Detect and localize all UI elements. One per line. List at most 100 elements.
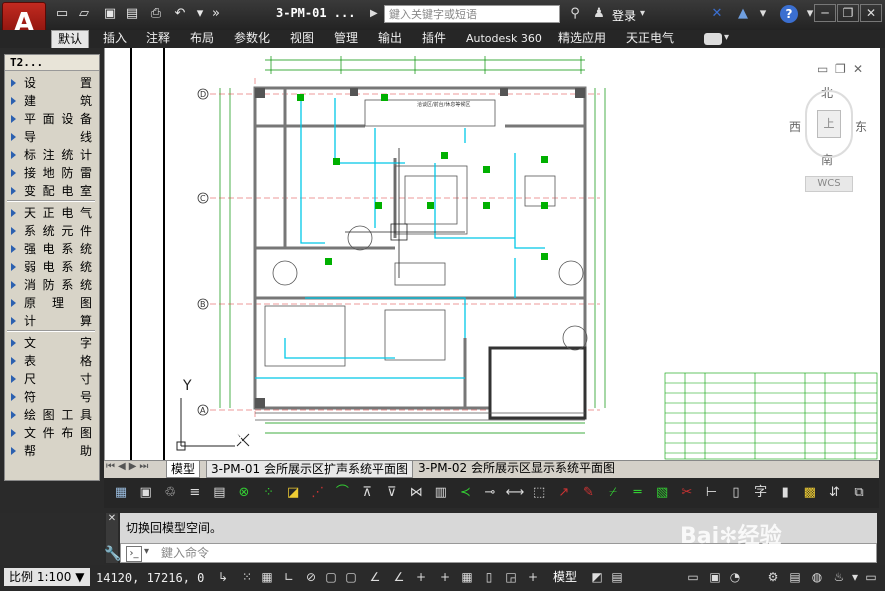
screen-menu-item[interactable]: 计 算: [11, 311, 97, 329]
screen-menu-item[interactable]: 平面设备: [11, 109, 97, 127]
save-icon[interactable]: ▣: [102, 6, 118, 22]
match-prop-icon[interactable]: ♲: [161, 484, 179, 502]
tab-plugins[interactable]: 插件: [416, 30, 452, 48]
doc-icon[interactable]: ▮: [776, 484, 794, 502]
wire-icon[interactable]: ⋰: [309, 484, 327, 502]
annotate-icon[interactable]: ▩: [801, 484, 819, 502]
book-icon[interactable]: ▯: [727, 484, 745, 502]
viewport-restore-icon[interactable]: ❐: [835, 62, 846, 76]
tab-layout-3-pm-01[interactable]: 3-PM-01 会所展示区扩声系统平面图: [206, 460, 413, 478]
copy-icon[interactable]: ⧉: [850, 484, 868, 502]
customize-wrench-icon[interactable]: 🔧: [104, 546, 121, 562]
login-dropdown-icon[interactable]: ▾: [640, 8, 645, 19]
tab-insert[interactable]: 插入: [97, 30, 133, 48]
tab-output[interactable]: 输出: [372, 30, 408, 48]
dyn-icon[interactable]: +: [412, 568, 430, 586]
wcs-menu[interactable]: WCS: [805, 176, 853, 192]
transparency-icon[interactable]: ▦: [458, 568, 476, 586]
screen-menu-item[interactable]: 文 字: [11, 333, 97, 351]
isolate-objects-icon[interactable]: ▣: [706, 568, 724, 586]
text-icon[interactable]: 字: [752, 484, 770, 502]
command-prompt-icon[interactable]: ›_: [126, 546, 142, 562]
viewport-close-icon[interactable]: ✕: [853, 62, 863, 76]
layout-nav-arrows[interactable]: ⏮◀▶⏭: [106, 461, 151, 472]
switch-icon[interactable]: ⋈: [407, 484, 425, 502]
screen-menu-item[interactable]: 变配电室: [11, 181, 97, 199]
screen-menu-item[interactable]: 导 线: [11, 127, 97, 145]
screen-menu-item[interactable]: 建 筑: [11, 91, 97, 109]
layer-manager-icon[interactable]: ▦: [112, 484, 130, 502]
sort-icon[interactable]: ⇵: [825, 484, 843, 502]
outlet-icon[interactable]: ⊼: [358, 484, 376, 502]
exchange-apps-icon[interactable]: ✕: [708, 6, 726, 22]
screen-menu-item[interactable]: 绘图工具: [11, 405, 97, 423]
a360-icon[interactable]: ▲: [734, 6, 752, 22]
a360-dropdown-icon[interactable]: ▾: [754, 6, 772, 22]
recent-commands-dropdown-icon[interactable]: ▾: [144, 546, 149, 557]
tab-manage[interactable]: 管理: [328, 30, 364, 48]
viewport-minimize-icon[interactable]: ▭: [817, 62, 828, 76]
text-edit-icon[interactable]: ≡: [186, 484, 204, 502]
search-input[interactable]: 鍵入关键字或短语: [384, 5, 560, 23]
customize-quick-access-icon[interactable]: »: [208, 6, 224, 22]
tab-featured-apps[interactable]: 精选应用: [552, 30, 612, 48]
rows-icon[interactable]: ⌿: [604, 484, 622, 502]
viewport-controls[interactable]: ▭ ❐ ✕: [811, 62, 867, 78]
tab-annotate[interactable]: 注释: [140, 30, 176, 48]
tab-tianzheng-electric[interactable]: 天正电气: [620, 30, 680, 48]
line-icon[interactable]: ⊸: [481, 484, 499, 502]
pen-icon[interactable]: ↗: [555, 484, 573, 502]
tab-view[interactable]: 视图: [284, 30, 320, 48]
dashed-box-icon[interactable]: ⟷: [506, 484, 525, 502]
user-icon[interactable]: ♟: [590, 6, 608, 22]
lamp-icon[interactable]: ⊽: [383, 484, 401, 502]
tab-autodesk-360[interactable]: Autodesk 360: [460, 30, 548, 48]
tab-layout-3-pm-02[interactable]: 3-PM-02 会所展示区显示系统平面图: [414, 460, 619, 476]
restore-button[interactable]: ❐: [837, 4, 859, 22]
toolbar-lock-icon[interactable]: ▭: [684, 568, 702, 586]
print-icon[interactable]: ⎙: [148, 6, 164, 22]
undo-icon[interactable]: ↶: [172, 6, 188, 22]
screen-menu-item[interactable]: 符 号: [11, 387, 97, 405]
screen-menu-item[interactable]: 表 格: [11, 351, 97, 369]
lineweight-icon[interactable]: +: [436, 568, 454, 586]
cut-icon[interactable]: ▧: [653, 484, 671, 502]
screen-menu-item[interactable]: 文件布图: [11, 423, 97, 441]
ribbon-options-dropdown-icon[interactable]: ▾: [724, 32, 729, 43]
table-icon[interactable]: ═: [629, 484, 647, 502]
screen-menu-item[interactable]: 设 置: [11, 73, 97, 91]
route-icon[interactable]: ≺: [456, 484, 474, 502]
node-icon[interactable]: ✂: [678, 484, 696, 502]
otrack-icon[interactable]: ∠: [366, 568, 384, 586]
device-icon[interactable]: ◪: [284, 484, 302, 502]
arrange-icon[interactable]: ⌒: [333, 484, 351, 502]
paper-model-icon[interactable]: ◩: [588, 568, 606, 586]
screen-menu-item[interactable]: 接地防雷: [11, 163, 97, 181]
model-space-button[interactable]: 模型: [553, 568, 577, 586]
viewcube-top-face[interactable]: 上: [817, 110, 841, 138]
close-button[interactable]: ✕: [860, 4, 882, 22]
screen-menu-item[interactable]: 系统元件: [11, 221, 97, 239]
screen-menu-item[interactable]: 标注统计: [11, 145, 97, 163]
3d-osnap-icon[interactable]: ▢: [342, 568, 360, 586]
selection-cycling-icon[interactable]: ◲: [502, 568, 520, 586]
viewcube-east[interactable]: 东: [855, 118, 867, 135]
ducs-icon[interactable]: ∠: [390, 568, 408, 586]
search-expand-icon[interactable]: ▶: [370, 8, 378, 19]
snap-icon[interactable]: ⁙: [238, 568, 256, 586]
hardware-accel-icon[interactable]: ◔: [726, 568, 744, 586]
tab-model[interactable]: 模型: [166, 460, 201, 478]
ribbon-minimize-icon[interactable]: [704, 33, 722, 45]
clean-screen-icon[interactable]: ▭: [862, 568, 880, 586]
tag-icon[interactable]: ⊢: [702, 484, 720, 502]
login-button[interactable]: 登录: [612, 7, 636, 24]
quick-props-icon[interactable]: ▯: [480, 568, 498, 586]
ortho-icon[interactable]: ∟: [280, 568, 298, 586]
open-folder-icon[interactable]: ▱: [76, 6, 92, 22]
auto-scale-icon[interactable]: ◍: [808, 568, 826, 586]
save-as-icon[interactable]: ▤: [124, 6, 140, 22]
annotation-visibility-icon[interactable]: ▤: [786, 568, 804, 586]
save-icon[interactable]: ▣: [137, 484, 155, 502]
screen-menu-item[interactable]: 消防系统: [11, 275, 97, 293]
close-circle-icon[interactable]: ⊗: [235, 484, 253, 502]
